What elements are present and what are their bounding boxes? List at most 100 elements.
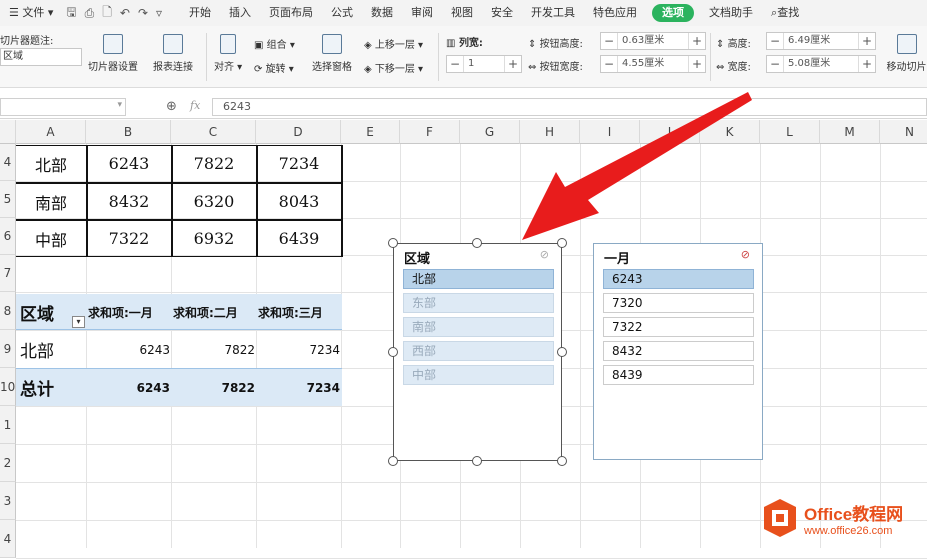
width-increment[interactable]: + — [859, 57, 875, 71]
slicer-month[interactable]: 一月 ⊘ 6243 7320 7322 8432 8439 — [593, 243, 763, 460]
group-button[interactable]: ▣ 组合 ▾ — [254, 36, 295, 51]
slicer-caption-input[interactable]: 区域 — [0, 48, 82, 66]
cell-value[interactable]: 8043 — [257, 183, 341, 220]
resize-handle[interactable] — [388, 238, 398, 248]
tab-data[interactable]: 数据 — [362, 0, 402, 26]
column-header-a[interactable]: A — [16, 120, 86, 144]
row-header[interactable]: 8 — [0, 292, 16, 330]
button-height-value[interactable]: 0.63厘米 — [617, 33, 689, 49]
cell-value[interactable]: 6243 — [87, 145, 171, 182]
tab-insert[interactable]: 插入 — [220, 0, 260, 26]
undo-icon[interactable]: ↶ — [116, 6, 134, 20]
button-width-stepper[interactable]: − 4.55厘米 + — [600, 55, 706, 73]
column-header-m[interactable]: M — [820, 120, 880, 144]
resize-handle[interactable] — [388, 456, 398, 466]
button-width-decrement[interactable]: − — [601, 57, 617, 71]
pivot-row-value[interactable]: 6243 — [88, 331, 172, 368]
slicer-item-east[interactable]: 东部 — [403, 293, 554, 313]
cell-value[interactable]: 6932 — [172, 220, 256, 257]
width-decrement[interactable]: − — [767, 57, 783, 71]
name-box[interactable]: ▾ — [0, 98, 126, 116]
column-header-n[interactable]: N — [880, 120, 927, 144]
row-header[interactable]: 2 — [0, 444, 16, 482]
cell-value[interactable]: 7234 — [257, 145, 341, 182]
slicer-item-6243[interactable]: 6243 — [603, 269, 754, 289]
column-header-c[interactable]: C — [171, 120, 256, 144]
column-header-k[interactable]: K — [700, 120, 760, 144]
pivot-filter-dropdown-icon[interactable]: ▾ — [72, 316, 85, 328]
columns-decrement[interactable]: − — [447, 57, 463, 71]
column-header-l[interactable]: L — [760, 120, 820, 144]
slicer-item-west[interactable]: 西部 — [403, 341, 554, 361]
report-connections-button[interactable]: 报表连接 — [153, 34, 193, 73]
column-header-g[interactable]: G — [460, 120, 520, 144]
tab-review[interactable]: 审阅 — [402, 0, 442, 26]
width-value[interactable]: 5.08厘米 — [783, 56, 859, 72]
cell-value[interactable]: 8432 — [87, 183, 171, 220]
row-header[interactable]: 4 — [0, 520, 16, 558]
formula-input[interactable]: 6243 — [212, 98, 927, 116]
slicer-item-south[interactable]: 南部 — [403, 317, 554, 337]
column-header-h[interactable]: H — [520, 120, 580, 144]
button-height-increment[interactable]: + — [689, 34, 705, 48]
clear-filter-icon[interactable]: ⊘ — [741, 248, 750, 261]
pivot-header-jan[interactable]: 求和项:一月 — [88, 294, 172, 330]
pivot-total-value[interactable]: 7822 — [173, 369, 257, 406]
resize-handle[interactable] — [557, 238, 567, 248]
width-stepper[interactable]: − 5.08厘米 + — [766, 55, 876, 73]
height-value[interactable]: 6.49厘米 — [783, 33, 859, 49]
slicer-item-north[interactable]: 北部 — [403, 269, 554, 289]
pivot-row-value[interactable]: 7234 — [258, 331, 342, 368]
column-header-f[interactable]: F — [400, 120, 460, 144]
cell-value[interactable]: 7322 — [87, 220, 171, 257]
tab-formulas[interactable]: 公式 — [322, 0, 362, 26]
row-header[interactable]: 7 — [0, 255, 16, 292]
tab-home[interactable]: 开始 — [180, 0, 220, 26]
button-width-increment[interactable]: + — [689, 57, 705, 71]
button-height-stepper[interactable]: − 0.63厘米 + — [600, 32, 706, 50]
slicer-region[interactable]: 区域 ⊘ 北部 东部 南部 西部 中部 — [393, 243, 562, 461]
print-preview-icon[interactable]: 🗋 — [98, 3, 116, 24]
print-icon[interactable]: ⎙ — [81, 6, 99, 21]
slicer-settings-button[interactable]: 切片器设置 — [88, 34, 138, 73]
tab-developer[interactable]: 开发工具 — [522, 0, 584, 26]
height-increment[interactable]: + — [859, 34, 875, 48]
bring-forward-button[interactable]: ◈ 上移一层 ▾ — [364, 36, 423, 51]
cell-value[interactable]: 7822 — [172, 145, 256, 182]
search-button[interactable]: ⌕查找 — [762, 0, 808, 26]
clear-filter-icon[interactable]: ⊘ — [540, 248, 549, 261]
columns-increment[interactable]: + — [505, 57, 521, 71]
columns-stepper[interactable]: − 1 + — [446, 55, 522, 73]
align-button[interactable]: 对齐 ▾ — [214, 34, 242, 73]
tab-view[interactable]: 视图 — [442, 0, 482, 26]
column-header-j[interactable]: J — [640, 120, 700, 144]
pivot-row-value[interactable]: 7822 — [173, 331, 257, 368]
resize-handle[interactable] — [472, 456, 482, 466]
send-backward-button[interactable]: ◈ 下移一层 ▾ — [364, 60, 423, 75]
cell-region[interactable]: 南部 — [16, 183, 86, 220]
tab-doc-assistant[interactable]: 文档助手 — [700, 0, 762, 26]
row-header[interactable]: 9 — [0, 330, 16, 368]
tab-page-layout[interactable]: 页面布局 — [260, 0, 322, 26]
pivot-total-label[interactable]: 总计 — [20, 369, 86, 406]
button-height-decrement[interactable]: − — [601, 34, 617, 48]
name-box-dropdown-icon[interactable]: ▾ — [117, 100, 122, 110]
selection-pane-button[interactable]: 选择窗格 — [312, 34, 352, 73]
column-header-d[interactable]: D — [256, 120, 341, 144]
pivot-row-label[interactable]: 北部 — [20, 331, 86, 368]
row-header[interactable]: 3 — [0, 482, 16, 520]
fx-icon[interactable]: fx — [190, 99, 200, 112]
row-header[interactable]: 4 — [0, 144, 16, 181]
cell-value[interactable]: 6320 — [172, 183, 256, 220]
tab-options[interactable]: 选项 — [652, 4, 695, 22]
pivot-header-feb[interactable]: 求和项:二月 — [173, 294, 257, 330]
redo-icon[interactable]: ↷ — [134, 6, 152, 20]
tab-security[interactable]: 安全 — [482, 0, 522, 26]
row-header[interactable]: 1 — [0, 406, 16, 444]
resize-handle[interactable] — [557, 456, 567, 466]
rotate-button[interactable]: ⟳ 旋转 ▾ — [254, 60, 294, 75]
resize-handle[interactable] — [472, 238, 482, 248]
zoom-icon[interactable]: ⊕ — [166, 99, 177, 114]
row-header[interactable]: 10 — [0, 368, 16, 406]
move-slicer-button[interactable]: 移动切片 — [886, 34, 927, 73]
